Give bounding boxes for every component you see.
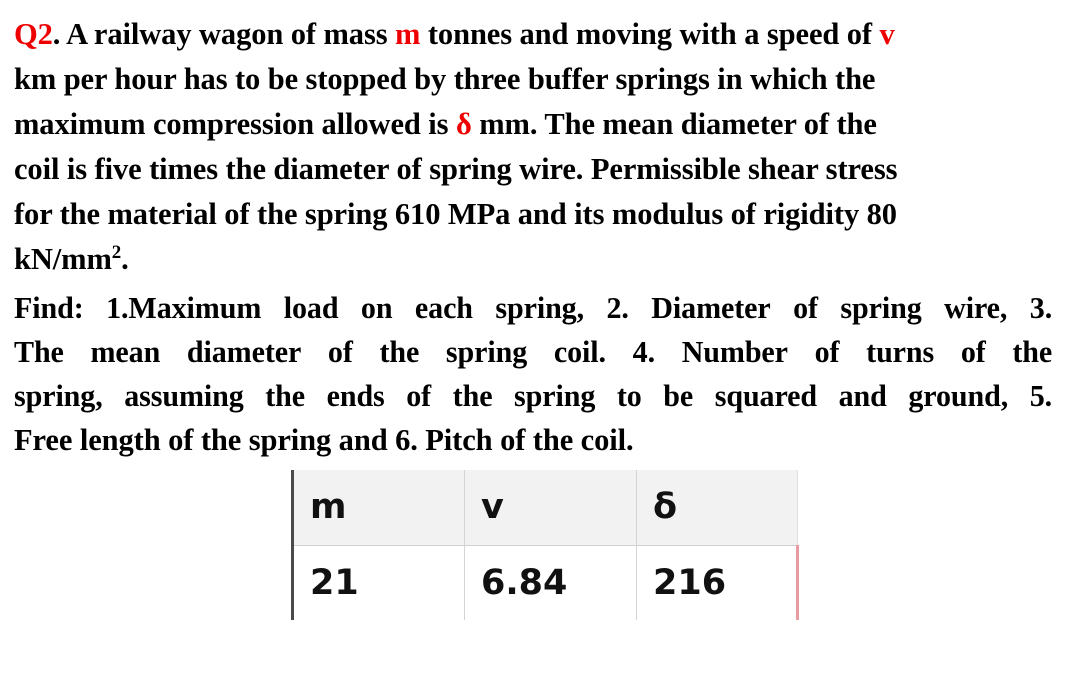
document-page: Q2. A railway wagon of mass m tonnes and…: [0, 0, 1082, 678]
find-word: spring: [514, 379, 596, 413]
variable-m-inline: m: [395, 17, 421, 51]
table-body: 21 6.84 216: [291, 545, 799, 620]
find-word: The: [14, 335, 64, 369]
table-head: m v δ: [291, 470, 798, 546]
find-word: each: [414, 291, 473, 325]
table-cell-v-value: 6.84: [464, 545, 637, 620]
find-word: mean: [90, 335, 161, 369]
question-line-2-text: km per hour has to be stopped by three b…: [14, 62, 876, 96]
find-line-4: Free length of the spring and 6. Pitch o…: [14, 418, 1068, 462]
unit-kn-per-mm: kN/mm: [14, 242, 112, 276]
find-word: spring: [840, 291, 922, 325]
variable-delta-inline: δ: [455, 107, 472, 141]
question-line-6-period: .: [121, 242, 129, 276]
table-cell-m-value: 21: [291, 545, 465, 620]
find-word: squared: [714, 379, 818, 413]
variable-v-inline: v: [879, 17, 895, 51]
find-word: diameter: [186, 335, 302, 369]
question-line-4-text: coil is five times the diameter of sprin…: [14, 152, 898, 186]
find-word: ground,: [908, 379, 1009, 413]
find-word: Find:: [14, 291, 84, 325]
question-text-block: Q2. A railway wagon of mass m tonnes and…: [14, 12, 1068, 462]
question-line-1-text-b: tonnes and moving with a speed of: [420, 17, 880, 51]
find-word: 3.: [1029, 291, 1053, 325]
find-word: 5.: [1029, 379, 1053, 413]
question-paragraph-1: Q2. A railway wagon of mass m tonnes and…: [14, 12, 1068, 282]
question-line-5-text: for the material of the spring 610 MPa a…: [14, 197, 897, 231]
find-word: spring,: [14, 379, 103, 413]
find-word: 2.: [606, 291, 629, 325]
table-header-v: v: [464, 470, 637, 546]
question-line-6: kN/mm2.: [14, 237, 1068, 282]
find-word: of: [960, 335, 986, 369]
question-paragraph-2: Find: 1.Maximum load on each spring, 2. …: [14, 286, 1068, 462]
find-word: assuming: [124, 379, 244, 413]
find-line-1: Find: 1.Maximum load on each spring, 2. …: [14, 286, 1052, 330]
find-line-4-text: Free length of the spring and 6. Pitch o…: [14, 423, 634, 457]
question-line-5: for the material of the spring 610 MPa a…: [14, 192, 1068, 237]
given-values-table: m v δ 21 6.84 216: [291, 470, 799, 620]
find-word: the: [452, 379, 493, 413]
find-word: Diameter: [651, 291, 771, 325]
table-row: 21 6.84 216: [291, 545, 799, 620]
find-line-2: The mean diameter of the spring coil. 4.…: [14, 330, 1052, 374]
find-word: the: [265, 379, 306, 413]
question-line-1-text-a: . A railway wagon of mass: [52, 17, 396, 51]
find-word: of: [327, 335, 353, 369]
find-word: of: [814, 335, 840, 369]
table-header-m: m: [291, 470, 465, 546]
table-header-row: m v δ: [291, 470, 798, 546]
question-line-2: km per hour has to be stopped by three b…: [14, 57, 1068, 102]
find-word: spring,: [495, 291, 585, 325]
find-word: on: [360, 291, 393, 325]
superscript-two: 2: [111, 241, 122, 263]
question-line-4: coil is five times the diameter of sprin…: [14, 147, 1068, 192]
find-word: of: [406, 379, 432, 413]
question-line-3-text-a: maximum compression allowed is: [14, 107, 456, 141]
table-header-delta: δ: [636, 470, 798, 546]
find-word: be: [663, 379, 694, 413]
find-line-3: spring, assuming the ends of the spring …: [14, 374, 1052, 418]
question-label: Q2: [14, 17, 53, 51]
find-word: to: [616, 379, 642, 413]
find-word: and: [838, 379, 887, 413]
find-word: 4.: [632, 335, 655, 369]
find-word: wire,: [944, 291, 1008, 325]
find-word: load: [283, 291, 339, 325]
question-line-3-text-b: mm. The mean diameter of the: [471, 107, 877, 141]
find-word: spring: [445, 335, 528, 369]
find-word: of: [793, 291, 818, 325]
find-word: turns: [866, 335, 935, 369]
find-word: coil.: [553, 335, 606, 369]
find-word: 1.Maximum: [106, 291, 262, 325]
question-line-1: Q2. A railway wagon of mass m tonnes and…: [14, 12, 1068, 57]
find-word: the: [379, 335, 420, 369]
question-line-3: maximum compression allowed is δ mm. The…: [14, 102, 1068, 147]
find-word: the: [1012, 335, 1053, 369]
find-word: Number: [681, 335, 788, 369]
find-word: ends: [326, 379, 385, 413]
given-values-table-wrap: m v δ 21 6.84 216: [291, 470, 799, 620]
table-cell-delta-value: 216: [636, 545, 799, 620]
